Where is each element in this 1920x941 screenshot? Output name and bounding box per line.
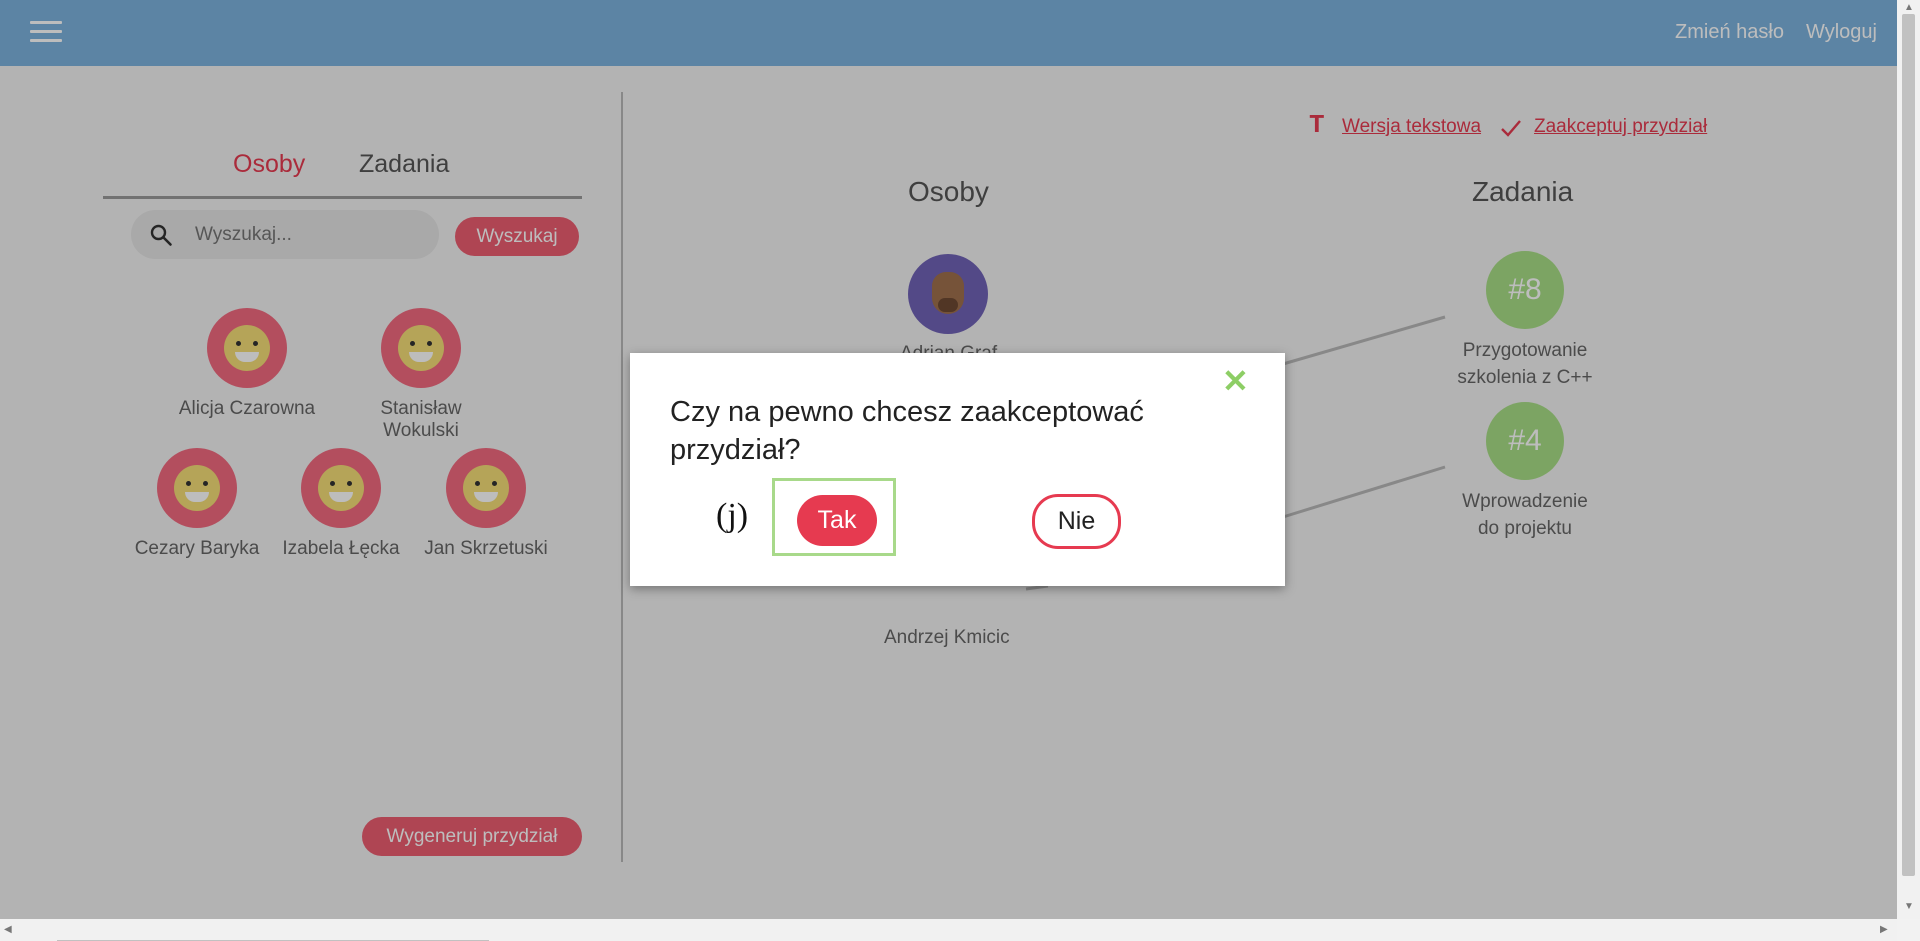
scroll-up-icon[interactable]: ▲ [1904, 2, 1914, 13]
vertical-scrollbar[interactable]: ▲ ▼ [1897, 0, 1920, 919]
no-button[interactable]: Nie [1032, 494, 1121, 549]
scroll-down-icon[interactable]: ▼ [1904, 901, 1914, 912]
close-icon[interactable]: ✕ [1222, 365, 1249, 397]
dialog-message: Czy na pewno chcesz zaakceptować przydzi… [670, 396, 1144, 466]
confirm-dialog: ✕ Czy na pewno chcesz zaakceptować przyd… [630, 353, 1285, 586]
horizontal-scrollbar[interactable]: ◀ ▶ [0, 919, 1897, 941]
scroll-right-icon[interactable]: ▶ [1880, 924, 1888, 935]
keyboard-hint: (j) [716, 497, 749, 534]
scrollbar-thumb[interactable] [1902, 14, 1915, 876]
yes-button[interactable]: Tak [797, 495, 877, 546]
scroll-left-icon[interactable]: ◀ [4, 924, 12, 935]
